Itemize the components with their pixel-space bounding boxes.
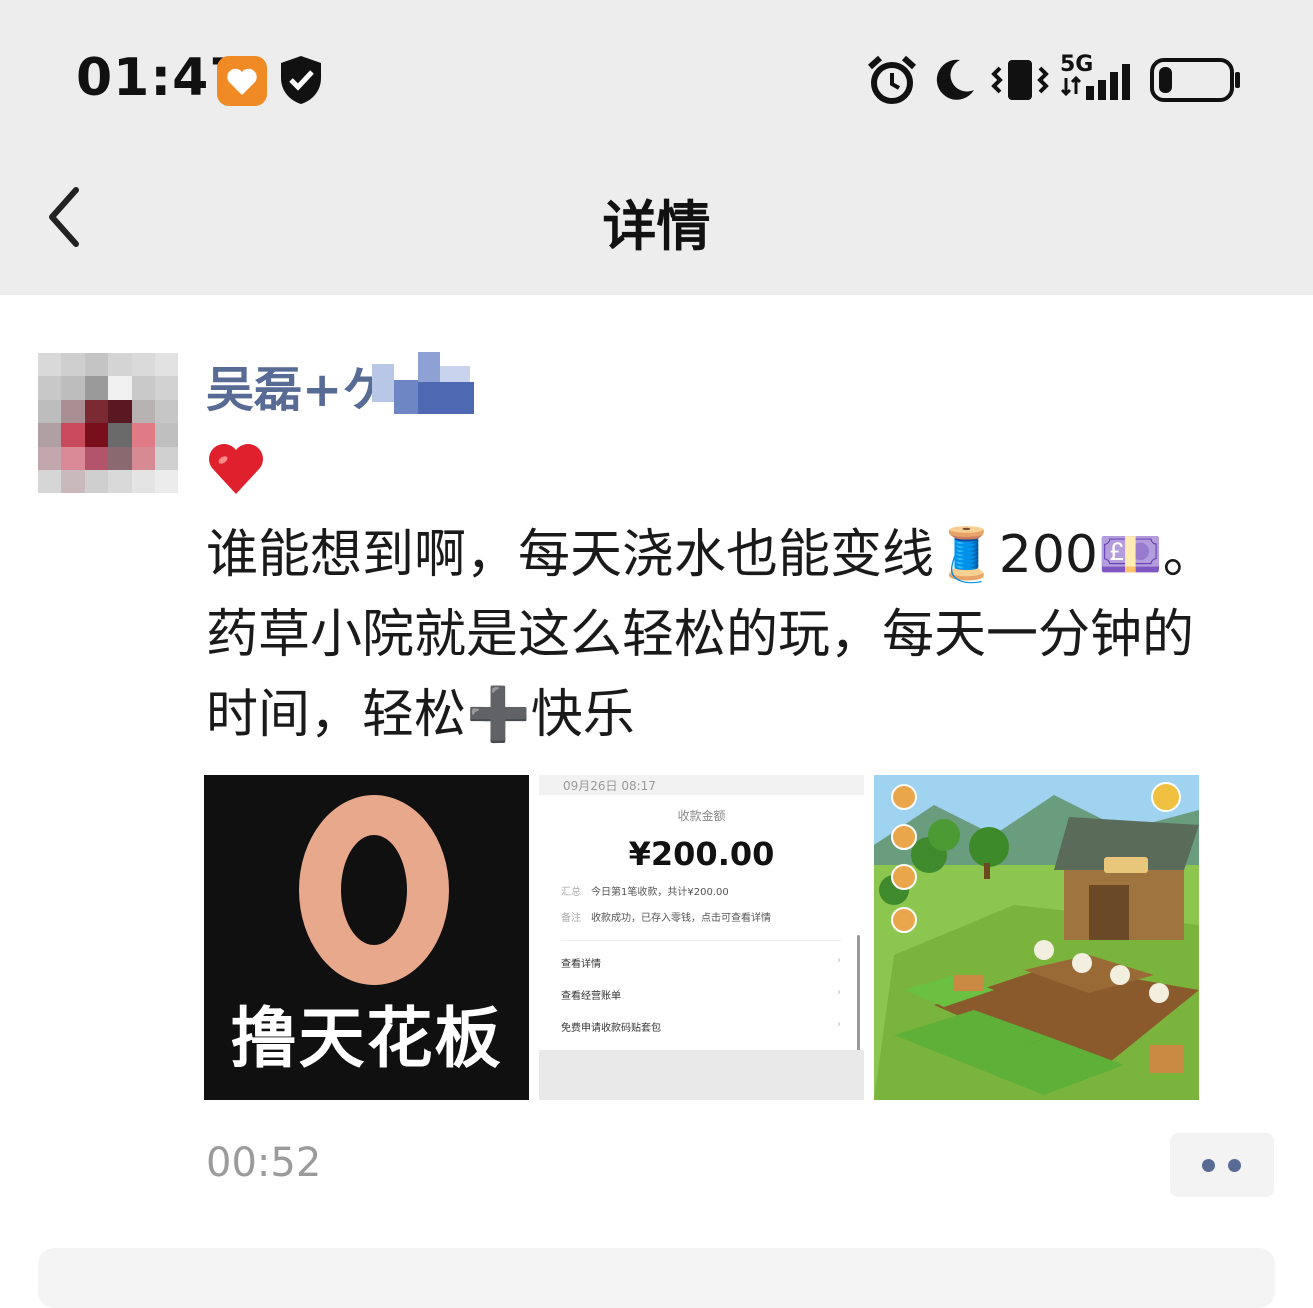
- pixelated-blur: [372, 352, 474, 414]
- status-bar: 01:47 5G: [0, 0, 1313, 150]
- avatar-pixel: [61, 399, 86, 424]
- receipt-row-label: 免费申请收款码贴套包: [561, 1023, 661, 1034]
- chevron-right-icon: ›: [837, 1019, 841, 1030]
- more-dot-icon: [1202, 1159, 1215, 1172]
- page-title: 详情: [602, 195, 711, 258]
- avatar-pixel: [38, 353, 62, 377]
- avatar-pixel: [131, 423, 156, 448]
- post-text: 谁能想到啊，每天浇水也能变线🧵200💷。 药草小院就是这么轻松的玩，每天一分钟的…: [206, 515, 1286, 755]
- image-thumbnail[interactable]: 撸天花板: [204, 775, 529, 1100]
- username-link[interactable]: 吴磊+ケ: [206, 350, 390, 420]
- avatar-pixel: [131, 376, 156, 401]
- health-app-icon: [217, 56, 267, 106]
- avatar-pixel: [84, 399, 109, 424]
- avatar-pixel: [38, 376, 62, 401]
- receipt-row-label: 查看详情: [561, 959, 601, 970]
- avatar-pixel: [108, 470, 133, 493]
- post-text-line: 谁能想到啊，每天浇水也能变线🧵200💷。: [206, 525, 1215, 585]
- avatar-pixel: [155, 423, 178, 448]
- comments-panel: [38, 1248, 1275, 1308]
- receipt-note-value: 收款成功，已存入零钱，点击可查看详情: [591, 913, 771, 924]
- divider: [561, 940, 841, 941]
- avatar-pixel: [155, 446, 178, 471]
- receipt-label: 收款金额: [677, 809, 726, 823]
- vibrate-icon: [991, 60, 1049, 100]
- receipt-card: 收款金额 ¥200.00 汇总 今日第1笔收款，共计¥200.00 备注 收款成功，…: [539, 795, 864, 1050]
- avatar-pixel: [155, 470, 178, 493]
- shield-check-icon: [281, 56, 321, 104]
- receipt-row-label: 查看经营账单: [561, 991, 621, 1002]
- signal-icon: [1060, 64, 1130, 100]
- alarm-icon: [867, 55, 917, 104]
- avatar-pixel: [84, 470, 109, 493]
- post-timestamp: 00:52: [206, 1140, 322, 1186]
- image-caption: 撸天花板: [230, 999, 503, 1077]
- chevron-right-icon: ›: [837, 955, 841, 966]
- avatar-pixel: [84, 353, 109, 377]
- avatar-pixel: [38, 446, 62, 471]
- post-text-line: 时间，轻松➕快乐: [206, 685, 635, 745]
- battery-icon: [1150, 58, 1240, 102]
- zero-logo: [299, 795, 449, 985]
- avatar-pixel: [131, 399, 156, 424]
- post-text-line: 药草小院就是这么轻松的玩，每天一分钟的: [206, 605, 1195, 665]
- avatar-pixel: [108, 353, 133, 377]
- receipt-amount: ¥200.00: [628, 835, 775, 873]
- avatar-pixel: [131, 353, 156, 377]
- avatar-pixel: [108, 423, 133, 448]
- receipt-date: 09月26日 08:17: [563, 779, 656, 793]
- avatar-pixel: [108, 446, 133, 471]
- avatar-pixel: [61, 446, 86, 471]
- battery-level: [1159, 67, 1172, 93]
- more-dot-icon: [1228, 1159, 1241, 1172]
- avatar-pixel: [108, 399, 133, 424]
- receipt-row: 查看详情 ›: [561, 955, 841, 970]
- receipt-summary-key: 汇总: [561, 887, 581, 898]
- moon-icon: [936, 59, 974, 100]
- receipt-row: 查看经营账单 ›: [561, 987, 841, 1002]
- receipt-summary: 汇总 今日第1笔收款，共计¥200.00: [561, 883, 851, 898]
- zero-logo-hole: [341, 835, 407, 945]
- avatar-pixel: [84, 423, 109, 448]
- image-thumbnail[interactable]: [874, 775, 1199, 1100]
- scrollbar: [857, 935, 860, 1055]
- image-thumbnail[interactable]: 09月26日 08:17 收款金额 ¥200.00 汇总 今日第1笔收款，共计¥2…: [539, 775, 864, 1100]
- avatar-pixel: [84, 446, 109, 471]
- avatar-pixel: [61, 353, 86, 377]
- avatar-pixel: [38, 399, 62, 424]
- heart-emoji: [209, 444, 263, 494]
- avatar-pixel: [155, 353, 178, 377]
- avatar-pixel: [155, 399, 178, 424]
- avatar-pixel: [131, 446, 156, 471]
- avatar[interactable]: [38, 353, 178, 493]
- avatar-pixel: [131, 470, 156, 493]
- avatar-pixel: [61, 423, 86, 448]
- avatar-pixel: [61, 470, 86, 493]
- avatar-pixel: [61, 376, 86, 401]
- avatar-pixel: [84, 376, 109, 401]
- chevron-right-icon: ›: [837, 987, 841, 998]
- receipt-note-key: 备注: [561, 913, 581, 924]
- receipt-note: 备注 收款成功，已存入零钱，点击可查看详情: [561, 909, 851, 924]
- avatar-pixel: [38, 423, 62, 448]
- avatar-pixel: [155, 376, 178, 401]
- receipt-footer: [539, 1050, 864, 1100]
- farm-game-scene: [874, 775, 1199, 1100]
- more-actions-button[interactable]: [1170, 1133, 1274, 1197]
- receipt-row: 免费申请收款码贴套包 ›: [561, 1019, 841, 1034]
- avatar-pixel: [108, 376, 133, 401]
- receipt-summary-value: 今日第1笔收款，共计¥200.00: [591, 887, 729, 898]
- avatar-pixel: [38, 470, 62, 493]
